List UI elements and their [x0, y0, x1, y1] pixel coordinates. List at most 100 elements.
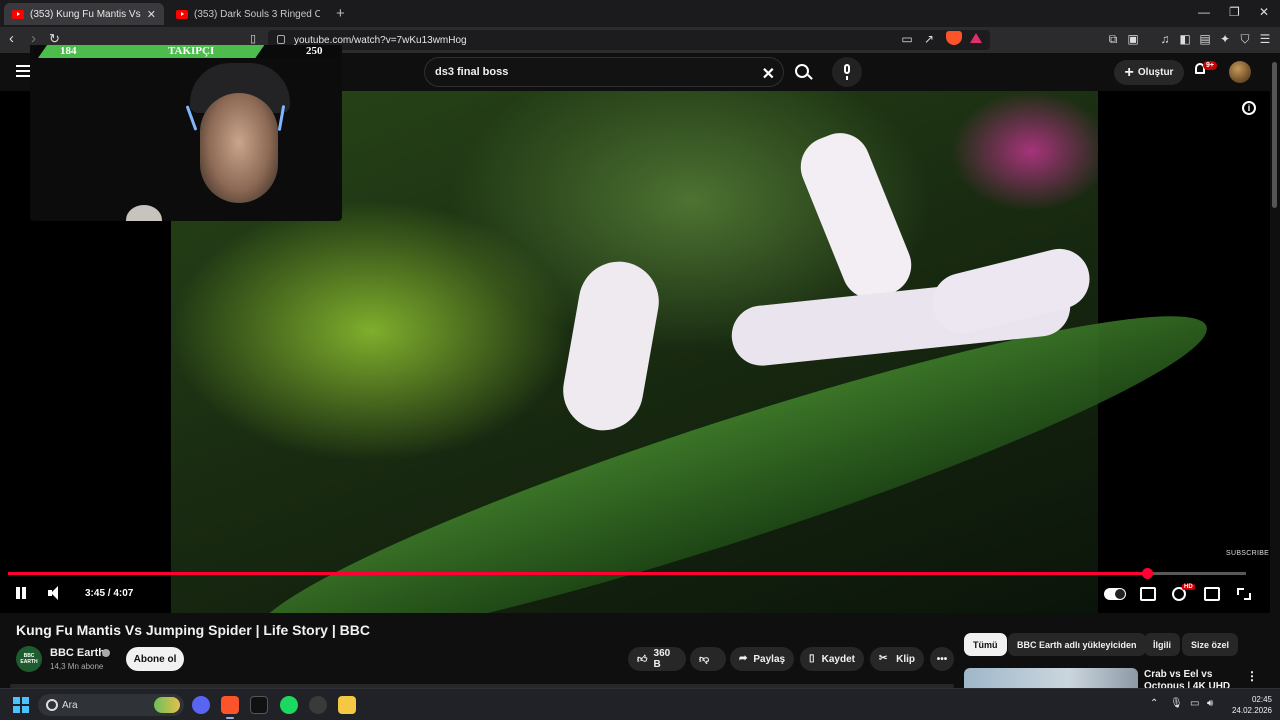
clear-search-icon[interactable]: ✕ [762, 64, 775, 84]
menu-icon[interactable]: ☰ [1258, 32, 1272, 46]
mantis-shape [791, 124, 921, 308]
microphone-tray-icon[interactable]: 🎙︎ [1170, 698, 1183, 709]
recommended-title[interactable]: Crab vs Eel vs Octopus | 4K UHD | [1144, 669, 1234, 688]
taskbar-search[interactable]: Ara [38, 694, 184, 716]
volume-icon[interactable] [48, 585, 64, 603]
progress-played [8, 572, 1147, 575]
screenshot-icon[interactable]: ▣ [1126, 32, 1140, 46]
speaker-icon[interactable]: 🔊︎ [1207, 698, 1213, 709]
close-window-button[interactable]: ✕ [1259, 5, 1269, 19]
close-tab-icon[interactable]: ✕ [147, 8, 156, 21]
share-icon: ➦ [739, 653, 748, 664]
autoplay-toggle[interactable] [1104, 588, 1126, 600]
chip-related[interactable]: İlgili [1144, 633, 1180, 656]
leaf-shape [236, 269, 1226, 613]
kebab-menu-icon[interactable]: ⋮ [1246, 669, 1258, 683]
windows-start-icon[interactable] [13, 697, 29, 713]
discord-icon[interactable] [192, 696, 210, 714]
dislike-button[interactable]: 👎︎ [690, 647, 726, 671]
spotify-icon[interactable] [280, 696, 298, 714]
clip-button[interactable]: ✂ Klip [870, 647, 924, 671]
new-tab-button[interactable]: + [336, 5, 345, 22]
brave-rewards-icon[interactable] [970, 33, 982, 43]
webcam-overlay [30, 45, 342, 221]
create-button[interactable]: + Oluştur [1114, 60, 1184, 85]
taskbar-search-label: Ara [62, 699, 78, 711]
voice-search-button[interactable] [832, 57, 862, 87]
chip-all[interactable]: Tümü [964, 633, 1007, 656]
tray-expand-icon[interactable]: ⌃ [1150, 698, 1158, 709]
taskbar-clock[interactable]: 02:45 24.02.2026 [1228, 694, 1272, 716]
youtube-icon [12, 9, 24, 19]
save-button[interactable]: ▯ Kaydet [800, 647, 864, 671]
tab-inactive[interactable]: (353) Dark Souls 3 Ringed City: Slave [168, 3, 328, 25]
extensions-icon[interactable]: ⧉ [1106, 32, 1120, 46]
clock-date: 24.02.2026 [1231, 706, 1272, 715]
sidebar-icon[interactable]: ◧ [1178, 32, 1192, 46]
network-icon[interactable]: ▭ [1190, 698, 1199, 709]
scrubber-handle[interactable] [1141, 568, 1153, 579]
video-title: Kung Fu Mantis Vs Jumping Spider | Life … [16, 622, 370, 638]
tab-active[interactable]: (353) Kung Fu Mantis Vs Jum ✕ [4, 3, 164, 25]
search-input[interactable]: ds3 final boss ✕ [424, 57, 784, 87]
hd-badge: HD [1182, 584, 1195, 590]
create-label: Oluştur [1137, 67, 1174, 78]
browser-tab-strip: (353) Kung Fu Mantis Vs Jum ✕ (353) Dark… [0, 0, 1280, 27]
maximize-button[interactable]: ❐ [1229, 5, 1240, 19]
minimize-button[interactable]: — [1198, 5, 1210, 19]
tab-title: (353) Dark Souls 3 Ringed City: Slave [194, 8, 320, 20]
pause-button[interactable] [15, 585, 27, 603]
search-icon [795, 64, 809, 78]
leo-ai-icon[interactable]: ✦ [1218, 32, 1232, 46]
more-dots-icon: ••• [936, 653, 948, 665]
thumbs-up-icon: 👍︎ [637, 654, 648, 665]
webcam-person-face [200, 93, 278, 203]
fullscreen-icon[interactable] [1236, 587, 1252, 601]
info-icon[interactable]: i [1242, 101, 1256, 115]
subtitles-icon[interactable] [1140, 587, 1156, 601]
windows-taskbar: Ara ⌃ 🎙︎ ▭ 🔊︎ 02:45 24.02.2026 [0, 688, 1280, 720]
channel-avatar[interactable]: BBC EARTH [16, 646, 42, 672]
chip-from-uploader[interactable]: BBC Earth adlı yükleyiciden [1008, 633, 1146, 656]
obs-icon[interactable] [250, 696, 268, 714]
hamburger-menu-icon[interactable] [16, 65, 30, 67]
steam-icon[interactable] [309, 696, 327, 714]
chip-for-you[interactable]: Size özel [1182, 633, 1239, 656]
brave-browser-icon[interactable] [221, 696, 239, 719]
file-explorer-icon[interactable] [338, 696, 356, 714]
clip-label: Klip [896, 653, 915, 665]
channel-name[interactable]: BBC Earth [50, 647, 105, 659]
progress-bar[interactable] [8, 568, 1246, 579]
theater-mode-icon[interactable] [1204, 587, 1220, 601]
follower-goal-label: TAKIPÇI [168, 45, 215, 57]
share-label: Paylaş [753, 653, 786, 665]
like-button[interactable]: 👍︎ 360 B [628, 647, 686, 671]
address-bar[interactable]: youtube.com/watch?v=7wKu13wmHog [268, 30, 990, 50]
site-info-icon[interactable] [277, 35, 285, 44]
thumbs-down-icon: 👎︎ [699, 654, 710, 665]
tab-title: (353) Kung Fu Mantis Vs Jum [30, 8, 141, 20]
scissors-icon: ✂ [879, 653, 888, 664]
mantis-shape [556, 255, 666, 437]
subscribe-button[interactable]: Abone ol [126, 647, 184, 671]
media-icon[interactable]: ♫ [1158, 32, 1172, 46]
verified-icon [102, 649, 110, 657]
recommended-thumbnail[interactable] [964, 668, 1138, 688]
time-display: 3:45 / 4:07 [85, 588, 134, 599]
notification-badge: 9+ [1203, 61, 1217, 70]
search-button[interactable] [786, 57, 818, 87]
cast-icon[interactable]: ▭ [900, 32, 914, 46]
follower-goal-start: 184 [60, 45, 77, 57]
bookmark-icon: ▯ [809, 653, 815, 664]
avatar[interactable] [1229, 61, 1251, 83]
subscribe-watermark[interactable]: SUBSCRIBE [1226, 550, 1269, 557]
back-button[interactable]: ‹ [9, 31, 14, 47]
wallet-icon[interactable]: ▤ [1198, 32, 1212, 46]
share-page-icon[interactable]: ↗ [922, 32, 936, 46]
search-icon [46, 699, 58, 711]
like-count: 360 B [653, 648, 671, 670]
page-scrollbar[interactable] [1272, 62, 1277, 208]
share-button[interactable]: ➦ Paylaş [730, 647, 794, 671]
vpn-icon[interactable]: ⛉ [1238, 32, 1252, 46]
more-actions-button[interactable]: ••• [930, 647, 954, 671]
